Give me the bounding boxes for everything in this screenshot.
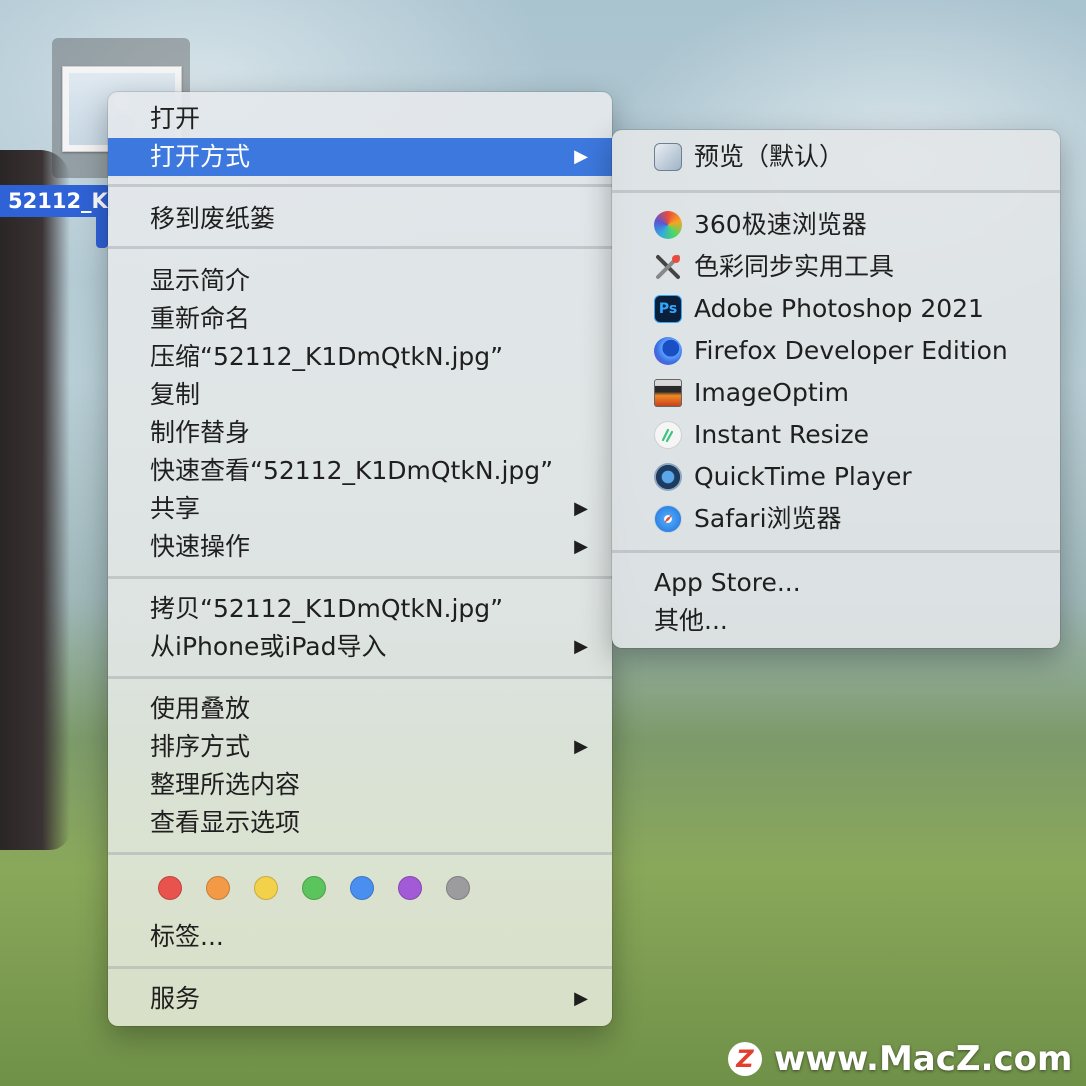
menu-item-label: 从iPhone或iPad导入 xyxy=(150,632,387,661)
tag-orange-dot[interactable] xyxy=(206,876,230,900)
menu-item-import-from-iphone[interactable]: 从iPhone或iPad导入 ▶ xyxy=(108,628,612,666)
quicktime-icon: Q xyxy=(654,463,682,491)
menu-item-label: 快速查看“52112_K1DmQtkN.jpg” xyxy=(150,456,554,485)
submenu-item-label: Safari浏览器 xyxy=(694,504,842,533)
preview-icon xyxy=(654,143,682,171)
submenu-arrow-icon: ▶ xyxy=(574,636,588,657)
submenu-item-label: 色彩同步实用工具 xyxy=(694,252,895,281)
instant-resize-icon xyxy=(654,421,682,449)
menu-item-quick-actions[interactable]: 快速操作 ▶ xyxy=(108,528,612,566)
menu-item-show-view-options[interactable]: 查看显示选项 xyxy=(108,804,612,842)
menu-item-label: 整理所选内容 xyxy=(150,770,301,799)
submenu-item-quicktime[interactable]: Q QuickTime Player xyxy=(612,458,1060,496)
menu-separator xyxy=(612,550,1060,553)
menu-item-compress[interactable]: 压缩“52112_K1DmQtkN.jpg” xyxy=(108,338,612,376)
menu-item-share[interactable]: 共享 ▶ xyxy=(108,490,612,528)
tag-green-dot[interactable] xyxy=(302,876,326,900)
menu-item-copy[interactable]: 拷贝“52112_K1DmQtkN.jpg” xyxy=(108,590,612,628)
menu-item-duplicate[interactable]: 复制 xyxy=(108,376,612,414)
submenu-arrow-icon: ▶ xyxy=(574,988,588,1009)
submenu-item-app-store[interactable]: App Store... xyxy=(612,564,1060,602)
browser-360-icon xyxy=(654,211,682,239)
submenu-item-photoshop[interactable]: Ps Adobe Photoshop 2021 xyxy=(612,290,1060,328)
menu-item-label: 查看显示选项 xyxy=(150,808,301,837)
submenu-item-label: Firefox Developer Edition xyxy=(694,336,1008,365)
menu-item-tags[interactable]: 标签... xyxy=(108,918,612,956)
menu-separator xyxy=(108,852,612,855)
watermark-text: www.MacZ.com xyxy=(774,1039,1073,1079)
tag-red-dot[interactable] xyxy=(158,876,182,900)
menu-item-sort-by[interactable]: 排序方式 ▶ xyxy=(108,728,612,766)
colorsync-icon xyxy=(654,253,682,281)
menu-item-move-to-trash[interactable]: 移到废纸篓 xyxy=(108,200,612,238)
submenu-arrow-icon: ▶ xyxy=(574,536,588,557)
menu-item-label: 使用叠放 xyxy=(150,694,251,723)
menu-item-label: 共享 xyxy=(150,494,201,523)
photoshop-icon: Ps xyxy=(654,295,682,323)
submenu-item-label: 其他... xyxy=(654,606,728,635)
submenu-item-label: QuickTime Player xyxy=(694,462,912,491)
submenu-arrow-icon: ▶ xyxy=(574,498,588,519)
submenu-item-label: 预览（默认） xyxy=(694,142,845,171)
menu-separator xyxy=(108,676,612,679)
menu-item-label: 拷贝“52112_K1DmQtkN.jpg” xyxy=(150,594,504,623)
submenu-arrow-icon: ▶ xyxy=(574,736,588,757)
file-name-label[interactable]: 52112_K xyxy=(0,185,110,217)
tag-purple-dot[interactable] xyxy=(398,876,422,900)
menu-item-label: 打开 xyxy=(150,104,201,133)
menu-item-quick-look[interactable]: 快速查看“52112_K1DmQtkN.jpg” xyxy=(108,452,612,490)
submenu-item-preview[interactable]: 预览（默认） xyxy=(612,138,1060,176)
menu-item-label: 快速操作 xyxy=(150,532,251,561)
submenu-item-imageoptim[interactable]: ImageOptim xyxy=(612,374,1060,412)
open-with-submenu: 预览（默认） 360极速浏览器 色彩同步实用工具 Ps Adobe Photos… xyxy=(612,130,1060,648)
submenu-item-label: 360极速浏览器 xyxy=(694,210,867,239)
submenu-item-other[interactable]: 其他... xyxy=(612,602,1060,640)
submenu-item-instant-resize[interactable]: Instant Resize xyxy=(612,416,1060,454)
menu-item-label: 移到废纸篓 xyxy=(150,204,276,233)
menu-item-clean-up-selection[interactable]: 整理所选内容 xyxy=(108,766,612,804)
submenu-item-label: ImageOptim xyxy=(694,378,849,407)
menu-item-label: 服务 xyxy=(150,984,201,1013)
menu-separator xyxy=(612,190,1060,193)
menu-item-label: 压缩“52112_K1DmQtkN.jpg” xyxy=(150,342,504,371)
submenu-item-safari[interactable]: Safari浏览器 xyxy=(612,500,1060,538)
firefox-icon xyxy=(654,337,682,365)
menu-item-use-stacks[interactable]: 使用叠放 xyxy=(108,690,612,728)
tag-blue-dot[interactable] xyxy=(350,876,374,900)
submenu-item-360-browser[interactable]: 360极速浏览器 xyxy=(612,206,1060,244)
menu-item-label: 制作替身 xyxy=(150,418,251,447)
submenu-item-label: Adobe Photoshop 2021 xyxy=(694,294,984,323)
file-name-label-tail xyxy=(96,214,108,248)
tag-yellow-dot[interactable] xyxy=(254,876,278,900)
menu-item-label: 排序方式 xyxy=(150,732,251,761)
macz-logo-icon: Z xyxy=(728,1042,762,1076)
menu-item-label: 显示简介 xyxy=(150,266,251,295)
submenu-item-label: Instant Resize xyxy=(694,420,870,449)
menu-separator xyxy=(108,576,612,579)
menu-separator xyxy=(108,184,612,187)
menu-item-label: 标签... xyxy=(150,922,224,951)
menu-item-services[interactable]: 服务 ▶ xyxy=(108,980,612,1018)
menu-item-label: 打开方式 xyxy=(150,142,251,171)
menu-item-rename[interactable]: 重新命名 xyxy=(108,300,612,338)
menu-item-label: 重新命名 xyxy=(150,304,251,333)
safari-icon xyxy=(654,505,682,533)
submenu-arrow-icon: ▶ xyxy=(574,146,588,167)
imageoptim-icon xyxy=(654,379,682,407)
figure-silhouette xyxy=(0,150,70,850)
submenu-item-label: App Store... xyxy=(654,568,801,597)
site-watermark: Z www.MacZ.com xyxy=(728,1036,1072,1082)
menu-separator xyxy=(108,966,612,969)
menu-item-label: 复制 xyxy=(150,380,201,409)
menu-item-open-with[interactable]: 打开方式 ▶ xyxy=(108,138,612,176)
tag-gray-dot[interactable] xyxy=(446,876,470,900)
menu-item-get-info[interactable]: 显示简介 xyxy=(108,262,612,300)
menu-item-make-alias[interactable]: 制作替身 xyxy=(108,414,612,452)
submenu-item-firefox-developer[interactable]: Firefox Developer Edition xyxy=(612,332,1060,370)
menu-separator xyxy=(108,246,612,249)
submenu-item-colorsync[interactable]: 色彩同步实用工具 xyxy=(612,248,1060,286)
menu-item-open[interactable]: 打开 xyxy=(108,100,612,138)
